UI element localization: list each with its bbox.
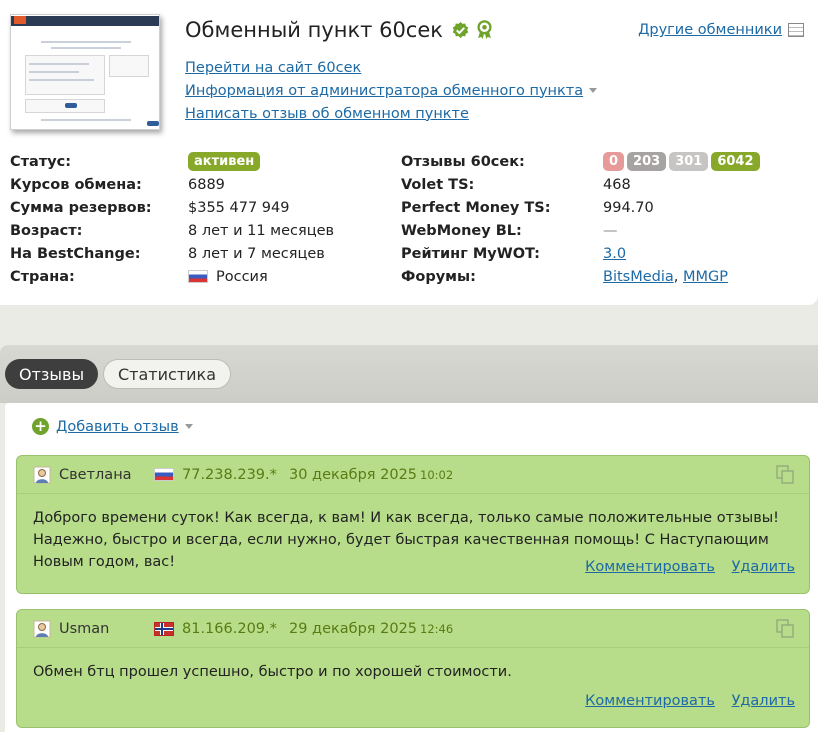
comment-link[interactable]: Комментировать (585, 693, 715, 709)
volet-ts-value: 468 (603, 176, 631, 193)
review-ip: 77.238.239.* (182, 466, 277, 483)
neutral-count-badge[interactable]: 301 (669, 152, 709, 171)
user-icon (33, 466, 51, 483)
table-icon[interactable] (788, 23, 804, 37)
site-screenshot-thumbnail[interactable] (10, 14, 160, 130)
country-label: Страна: (10, 268, 75, 285)
copy-icon[interactable] (776, 619, 794, 638)
award-icon (477, 20, 492, 40)
verified-icon (452, 21, 469, 38)
review-author: Usman (59, 620, 110, 637)
rates-value: 6889 (188, 176, 225, 193)
on-bestchange-label: На BestChange: (10, 245, 141, 262)
user-icon (33, 620, 51, 637)
review-ip: 81.166.209.* (182, 620, 277, 637)
negative-count-badge[interactable]: 203 (627, 152, 667, 171)
reviews-count-label: Отзывы 60сек: (401, 153, 525, 170)
volet-ts-label: Volet TS: (401, 176, 475, 193)
webmoney-bl-value: — (603, 222, 618, 239)
mywot-rating-label: Рейтинг MyWOT: (401, 245, 540, 262)
age-value: 8 лет и 11 месяцев (188, 222, 335, 239)
page-title: Обменный пункт 60сек (185, 18, 443, 42)
status-label: Статус: (10, 153, 72, 170)
review-text: Обмен бтц прошел успешно, быстро и по хо… (33, 664, 512, 680)
status-badge: активен (188, 152, 261, 171)
review-time: 10:02 (420, 467, 454, 482)
plus-icon[interactable]: + (32, 418, 49, 435)
flag-russia-icon (188, 270, 208, 283)
perfect-money-ts-value: 994.70 (603, 199, 654, 216)
comment-link[interactable]: Комментировать (585, 559, 715, 575)
on-bestchange-value: 8 лет и 7 месяцев (188, 245, 325, 262)
mywot-rating-link[interactable]: 3.0 (603, 246, 626, 262)
admin-info-link[interactable]: Информация от администратора обменного п… (185, 83, 583, 99)
review-date: 30 декабря 2025 (289, 466, 418, 483)
caret-down-icon[interactable] (184, 424, 193, 429)
delete-link[interactable]: Удалить (732, 693, 795, 709)
copy-icon[interactable] (776, 465, 794, 484)
positive-count-badge[interactable]: 6042 (711, 152, 760, 171)
reserves-value: $355 477 949 (188, 199, 290, 216)
reserves-label: Сумма резервов: (10, 199, 152, 216)
review-time: 12:46 (420, 621, 454, 636)
add-review-link[interactable]: Добавить отзыв (56, 419, 179, 435)
forum-mmgp-link[interactable]: MMGP (683, 269, 728, 285)
tab-statistics[interactable]: Статистика (103, 359, 231, 389)
forums-label: Форумы: (401, 268, 476, 285)
forum-bitsmedia-link[interactable]: BitsMedia (603, 269, 674, 285)
write-review-link[interactable]: Написать отзыв об обменном пункте (185, 106, 469, 122)
caret-down-icon[interactable] (589, 88, 598, 93)
review-card: Usman 81.166.209.* 29 декабря 2025 12:46 … (16, 609, 810, 728)
age-label: Возраст: (10, 222, 83, 239)
claims-count-badge[interactable]: 0 (603, 152, 625, 171)
go-to-site-link[interactable]: Перейти на сайт 60сек (185, 60, 361, 76)
delete-link[interactable]: Удалить (732, 559, 795, 575)
review-card: Светлана 77.238.239.* 30 декабря 2025 10:… (16, 455, 810, 594)
tab-reviews[interactable]: Отзывы (5, 359, 99, 389)
review-author: Светлана (59, 466, 132, 483)
flag-russia-icon (154, 468, 174, 481)
country-value: Россия (216, 268, 268, 285)
webmoney-bl-label: WebMoney BL: (401, 222, 522, 239)
review-date: 29 декабря 2025 (289, 620, 418, 637)
flag-norway-icon (154, 621, 174, 636)
other-exchangers-link[interactable]: Другие обменники (638, 22, 782, 38)
rates-label: Курсов обмена: (10, 176, 142, 193)
perfect-money-ts-label: Perfect Money TS: (401, 199, 551, 216)
